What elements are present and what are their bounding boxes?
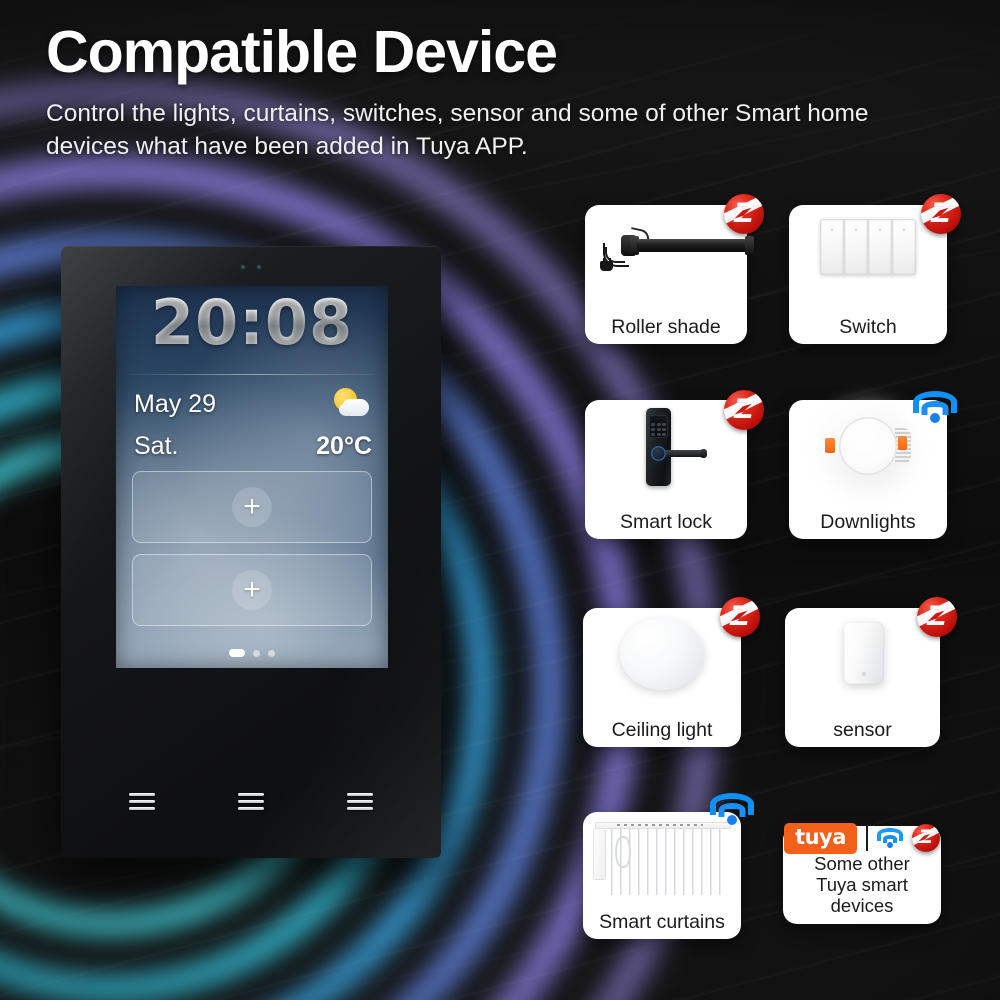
roller-shade-icon: [585, 205, 754, 316]
device-card-label: Downlights: [820, 510, 916, 533]
device-card-roller-shade[interactable]: Roller shade: [585, 205, 754, 344]
tuya-card-line2: Tuya smart devices: [816, 873, 908, 916]
device-card-grid: Roller shade ZZZ Switch ZZZ Smart lock Z…: [0, 0, 1000, 1000]
device-card-label: sensor: [833, 718, 892, 741]
device-card-tuya-other[interactable]: tuya Z Z Z Some other Tuya smart devices: [783, 822, 941, 924]
device-card-label: Smart curtains: [599, 910, 725, 933]
device-card-label: Switch: [839, 315, 897, 338]
tuya-protocol-row: tuya Z Z Z: [783, 807, 941, 854]
wifi-icon: [876, 828, 903, 849]
zigbee-badge: ZZZ: [724, 390, 764, 430]
wifi-icon: [912, 391, 958, 425]
device-card-label: Roller shade: [611, 315, 721, 338]
divider: [865, 825, 868, 852]
device-card-label: Smart lock: [619, 510, 713, 533]
device-card-label: Ceiling light: [611, 718, 713, 741]
ceiling-light-icon: [583, 608, 741, 719]
device-card-smart-lock[interactable]: Smart lock: [585, 400, 747, 539]
device-card-ceiling-light[interactable]: Ceiling light: [583, 608, 741, 747]
smart-lock-icon: [585, 400, 747, 511]
wifi-icon: [709, 793, 755, 827]
device-card-smart-curtains[interactable]: Smart curtains: [583, 812, 741, 939]
tuya-logo: tuya: [784, 822, 857, 854]
zigbee-badge: ZZZ: [720, 597, 760, 637]
zigbee-badge: Z Z Z: [911, 824, 940, 853]
tuya-card-line1: Some other: [814, 852, 910, 874]
zigbee-badge: ZZZ: [917, 597, 957, 637]
zigbee-badge: ZZZ: [724, 194, 764, 234]
zigbee-badge: ZZZ: [921, 194, 961, 234]
